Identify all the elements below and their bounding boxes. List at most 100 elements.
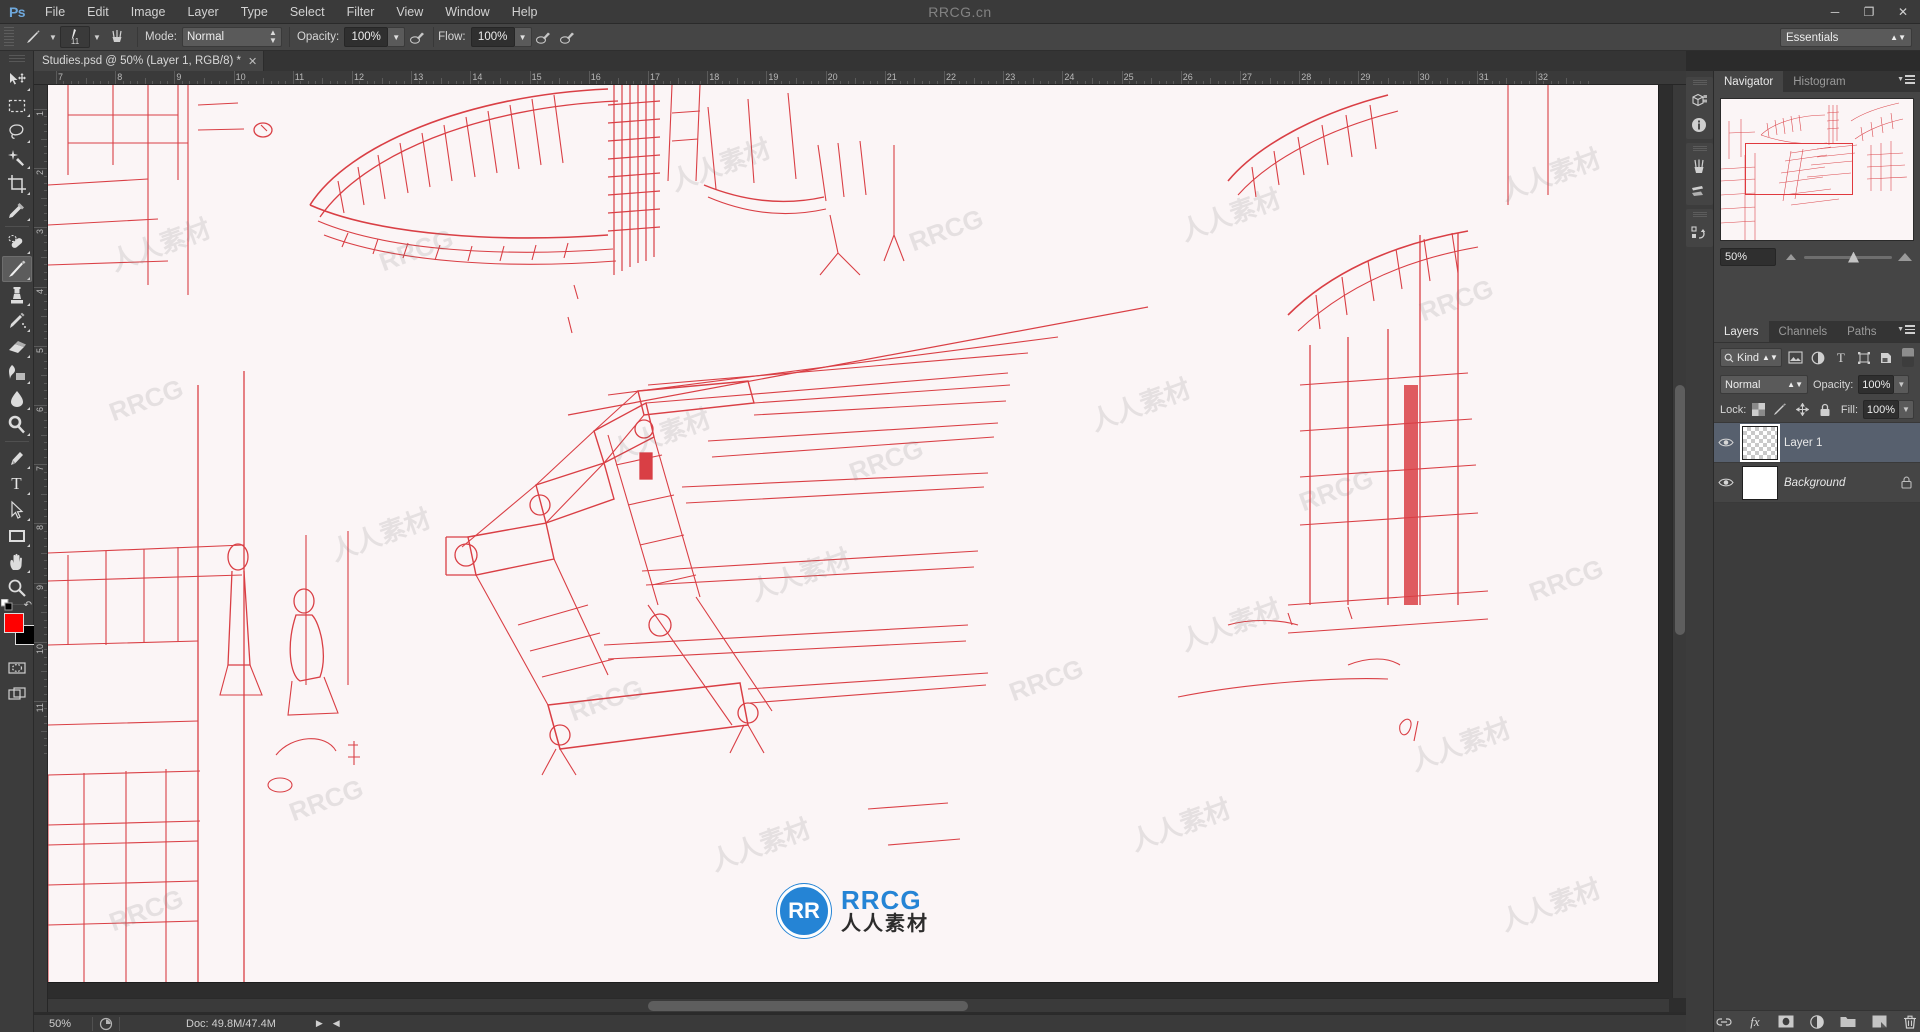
brush-icon[interactable] bbox=[20, 26, 46, 48]
history-brush-tool[interactable] bbox=[2, 308, 32, 334]
menu-window[interactable]: Window bbox=[434, 0, 500, 24]
workspace-picker[interactable]: Essentials ▲▼ bbox=[1780, 28, 1912, 47]
flow-caret-icon[interactable]: ▼ bbox=[514, 27, 532, 47]
history-panel-icon[interactable] bbox=[1686, 221, 1712, 245]
brush-preset-caret-icon[interactable]: ▼ bbox=[46, 26, 60, 48]
tab-navigator[interactable]: Navigator bbox=[1714, 71, 1784, 92]
layer-fill-field[interactable]: 100% ▼ bbox=[1863, 400, 1914, 419]
lasso-tool[interactable] bbox=[2, 119, 32, 145]
horizontal-scroll-thumb[interactable] bbox=[648, 1001, 968, 1011]
restore-icon[interactable]: ❐ bbox=[1852, 0, 1886, 24]
eraser-tool[interactable] bbox=[2, 334, 32, 360]
lock-transparent-pixels-icon[interactable] bbox=[1751, 402, 1766, 417]
dock-grip[interactable] bbox=[1692, 212, 1707, 218]
horizontal-ruler[interactable]: 7 8 9 10 11 12 13 14 15 16 17 18 19 20 21 22 23 24 25 26 27 2… bbox=[34, 71, 1686, 85]
lock-position-icon[interactable] bbox=[1795, 402, 1810, 417]
menu-view[interactable]: View bbox=[385, 0, 434, 24]
layer-thumbnail[interactable] bbox=[1742, 465, 1778, 500]
opacity-field[interactable]: 100% ▼ bbox=[344, 27, 406, 47]
artboard[interactable]: 人人素材 人人素材 人人素材 人人素材 RRCG RRCG RRCG RRCG … bbox=[48, 85, 1658, 982]
menu-file[interactable]: File bbox=[34, 0, 76, 24]
fill-caret-icon[interactable]: ▼ bbox=[1899, 400, 1914, 419]
smoothing-icon[interactable] bbox=[556, 26, 580, 48]
quick-selection-tool[interactable] bbox=[2, 145, 32, 171]
shape-layer-filter-icon[interactable] bbox=[1855, 348, 1873, 367]
add-layer-mask-button[interactable] bbox=[1777, 1013, 1795, 1031]
layer-blend-mode-select[interactable]: Normal ▲▼ bbox=[1720, 375, 1808, 394]
close-icon[interactable]: ✕ bbox=[248, 55, 257, 68]
lock-all-icon[interactable] bbox=[1817, 402, 1832, 417]
status-zoom-value[interactable]: 50% bbox=[34, 1018, 86, 1030]
crop-tool[interactable] bbox=[2, 171, 32, 197]
new-layer-button[interactable] bbox=[1870, 1013, 1888, 1031]
brushes-panel-icon[interactable] bbox=[1686, 155, 1712, 179]
pen-tool[interactable] bbox=[2, 445, 32, 471]
layer-name[interactable]: Background bbox=[1784, 477, 1892, 489]
zoom-tool[interactable] bbox=[2, 575, 32, 601]
link-layers-button[interactable] bbox=[1715, 1013, 1733, 1031]
vertical-ruler[interactable]: 1 2 3 4 5 6 7 8 9 10 11 bbox=[34, 85, 48, 1012]
quick-mask-icon[interactable] bbox=[2, 655, 32, 681]
brush-size-caret-icon[interactable]: ▼ bbox=[90, 26, 104, 48]
brush-tool[interactable] bbox=[1, 256, 32, 282]
vertical-scrollbar[interactable] bbox=[1672, 85, 1686, 998]
menu-layer[interactable]: Layer bbox=[176, 0, 229, 24]
tab-paths[interactable]: Paths bbox=[1837, 321, 1886, 342]
layer-name[interactable]: Layer 1 bbox=[1784, 437, 1914, 449]
menu-image[interactable]: Image bbox=[120, 0, 177, 24]
flow-field[interactable]: 100% ▼ bbox=[470, 27, 532, 47]
layer-visibility-toggle[interactable] bbox=[1716, 477, 1736, 488]
move-tool[interactable] bbox=[2, 67, 32, 93]
type-tool[interactable]: T bbox=[2, 471, 32, 497]
clone-stamp-tool[interactable] bbox=[2, 282, 32, 308]
opacity-caret-icon[interactable]: ▼ bbox=[388, 27, 406, 47]
tab-layers[interactable]: Layers bbox=[1714, 321, 1769, 342]
default-colors-icon[interactable] bbox=[1, 599, 13, 611]
adjustment-layer-button[interactable] bbox=[1808, 1013, 1826, 1031]
tools-panel-grip[interactable] bbox=[8, 55, 25, 63]
layer-style-button[interactable]: fx bbox=[1746, 1013, 1764, 1031]
gradient-tool[interactable] bbox=[2, 360, 32, 386]
left-arrow-icon[interactable]: ◀ bbox=[333, 1018, 340, 1029]
blur-tool[interactable] bbox=[2, 386, 32, 412]
hand-tool[interactable] bbox=[2, 549, 32, 575]
menu-edit[interactable]: Edit bbox=[76, 0, 120, 24]
brush-panel-icon[interactable] bbox=[104, 26, 130, 48]
dodge-tool[interactable] bbox=[2, 412, 32, 438]
vertical-scroll-thumb[interactable] bbox=[1675, 385, 1685, 635]
zoom-in-large-icon[interactable] bbox=[1898, 253, 1912, 261]
rectangle-tool[interactable] bbox=[2, 523, 32, 549]
opacity-caret-icon[interactable]: ▼ bbox=[1894, 375, 1910, 394]
tab-histogram[interactable]: Histogram bbox=[1783, 71, 1855, 92]
type-layer-filter-icon[interactable]: T bbox=[1832, 348, 1850, 367]
info-panel-icon[interactable] bbox=[1686, 113, 1712, 137]
panel-menu-icon[interactable]: ▼ bbox=[1897, 325, 1915, 334]
zoom-out-small-icon[interactable] bbox=[1786, 254, 1796, 260]
navigator-zoom-slider[interactable] bbox=[1782, 248, 1914, 266]
menu-filter[interactable]: Filter bbox=[336, 0, 386, 24]
pixel-layer-filter-icon[interactable] bbox=[1787, 348, 1805, 367]
airbrush-icon[interactable] bbox=[532, 26, 556, 48]
minimize-icon[interactable]: ─ bbox=[1818, 0, 1852, 24]
layer-opacity-field[interactable]: 100% ▼ bbox=[1858, 375, 1910, 394]
play-arrow-icon[interactable]: ▶ bbox=[316, 1018, 323, 1029]
layer-filter-kind-select[interactable]: Kind ▲▼ bbox=[1720, 348, 1782, 367]
adjustment-layer-filter-icon[interactable] bbox=[1809, 348, 1827, 367]
document-viewport[interactable]: 人人素材 人人素材 人人素材 人人素材 RRCG RRCG RRCG RRCG … bbox=[48, 85, 1669, 998]
layer-row-background[interactable]: Background bbox=[1714, 463, 1920, 503]
dock-grip[interactable] bbox=[1692, 146, 1707, 152]
close-icon[interactable]: ✕ bbox=[1886, 0, 1920, 24]
smart-object-filter-icon[interactable] bbox=[1877, 348, 1895, 367]
panel-menu-icon[interactable]: ▼ bbox=[1897, 75, 1915, 84]
options-bar-grip[interactable] bbox=[4, 27, 14, 47]
blend-mode-select[interactable]: Normal ▲ ▼ bbox=[181, 27, 282, 47]
navigator-view-box[interactable] bbox=[1745, 143, 1853, 195]
marquee-tool[interactable] bbox=[2, 93, 32, 119]
brush-size-preview[interactable]: 11 bbox=[60, 26, 90, 48]
navigator-thumbnail[interactable] bbox=[1720, 98, 1914, 241]
menu-help[interactable]: Help bbox=[501, 0, 549, 24]
healing-brush-tool[interactable] bbox=[2, 230, 32, 256]
path-selection-tool[interactable] bbox=[2, 497, 32, 523]
lock-image-pixels-icon[interactable] bbox=[1773, 402, 1788, 417]
new-group-button[interactable] bbox=[1839, 1013, 1857, 1031]
